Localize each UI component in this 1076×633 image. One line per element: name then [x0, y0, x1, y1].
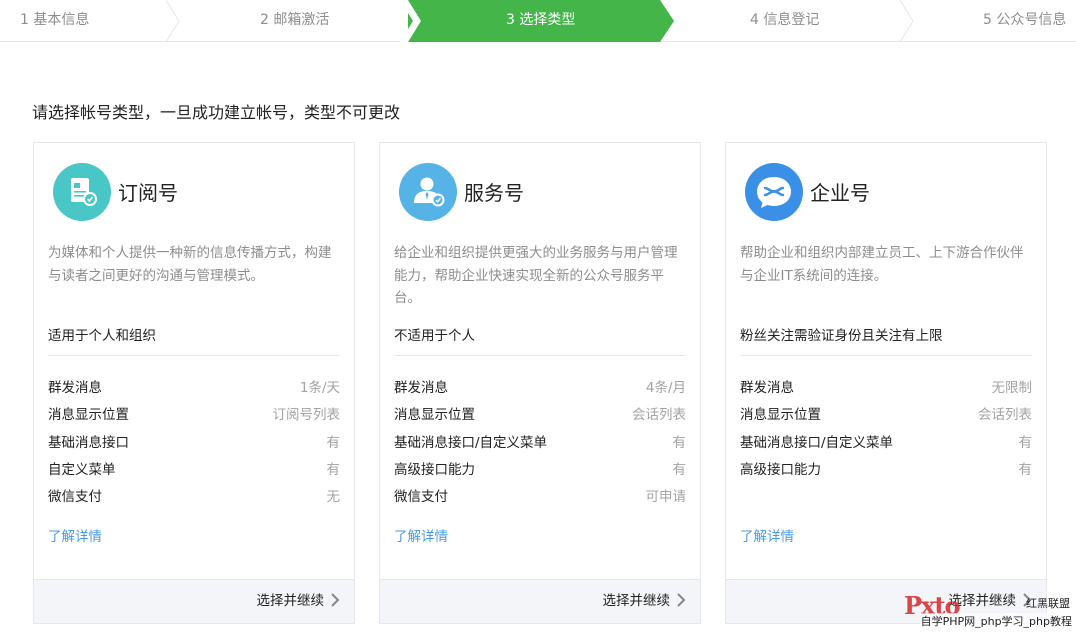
feature-row: 消息显示位置 会话列表 [394, 406, 686, 433]
feature-row: 消息显示位置 订阅号列表 [48, 406, 340, 433]
feature-row: 基础消息接口/自定义菜单 有 [394, 434, 686, 461]
card-subscription: 订阅号 为媒体和个人提供一种新的信息传播方式，构建与读者之间更好的沟通与管理模式… [33, 142, 355, 624]
feature-value: 无 [326, 489, 341, 506]
feature-value: 可申请 [645, 489, 687, 506]
feature-row: 微信支付 可申请 [394, 488, 686, 515]
divider [48, 355, 340, 356]
step-separator-icon [900, 0, 914, 42]
subscription-icon [53, 163, 111, 221]
feature-list: 群发消息 无限制 消息显示位置 会话列表 基础消息接口/自定义菜单有 高级接口能力有 [740, 379, 1032, 488]
feature-value: 无限制 [991, 380, 1033, 396]
learn-more-link[interactable]: 了解详情 [740, 525, 794, 545]
feature-list: 群发消息 1条/天 消息显示位置 订阅号列表 基础消息接口有 自定义菜单有 微信支付… [48, 379, 340, 515]
step-select-type: 3 选择类型 [408, 0, 650, 42]
feature-row: 自定义菜单 有 [48, 461, 340, 488]
feature-value: 4条/月 [645, 380, 686, 396]
page-instruction: 请选择帐号类型，一旦成功建立帐号，类型不可更改 [32, 103, 401, 122]
card-title: 企业号 [810, 181, 870, 205]
feature-name: 基础消息接口 [48, 434, 129, 451]
feature-name: 群发消息 [48, 380, 102, 396]
feature-row: 群发消息 无限制 [740, 379, 1032, 406]
chevron-right-icon [677, 593, 686, 607]
feature-list: 群发消息 4条/月 消息显示位置 会话列表 基础消息接口/自定义菜单有 高级接口能力… [394, 379, 686, 515]
feature-name: 群发消息 [394, 380, 448, 396]
select-and-continue-button[interactable]: 选择并继续 [257, 580, 341, 623]
step-label: 3 选择类型 [506, 12, 576, 28]
feature-name: 高级接口能力 [740, 461, 821, 478]
step-email-activation: 2 邮箱激活 [180, 0, 410, 42]
step-label: 1 基本信息 [20, 12, 90, 28]
step-separator-icon [166, 0, 180, 42]
step-basic-info: 1 基本信息 [0, 0, 180, 42]
card-enterprise: 企业号 帮助企业和组织内部建立员工、上下游合作伙伴与企业IT系统间的连接。 粉丝… [725, 142, 1047, 624]
learn-more-link[interactable]: 了解详情 [48, 525, 102, 545]
card-description: 帮助企业和组织内部建立员工、上下游合作伙伴与企业IT系统间的连接。 [740, 245, 1024, 284]
feature-value: 有 [672, 461, 687, 478]
step-label: 4 信息登记 [750, 12, 820, 28]
step-arrow-right-icon [650, 0, 674, 42]
feature-value: 1条/天 [299, 380, 340, 396]
card-service: 服务号 给企业和组织提供更强大的业务服务与用户管理能力，帮助企业快速实现全新的公… [379, 142, 701, 624]
feature-value: 有 [672, 434, 687, 451]
divider [740, 355, 1032, 356]
feature-name: 基础消息接口/自定义菜单 [740, 434, 894, 451]
feature-row: 高级接口能力 有 [394, 461, 686, 488]
card-title: 服务号 [464, 181, 524, 205]
feature-name: 微信支付 [394, 489, 448, 506]
feature-value: 会话列表 [978, 407, 1032, 424]
step-account-info: 5 公众号信息 [914, 0, 1076, 42]
feature-name: 消息显示位置 [740, 407, 821, 424]
feature-name: 高级接口能力 [394, 461, 475, 478]
feature-row: 消息显示位置 会话列表 [740, 406, 1032, 433]
learn-more-link[interactable]: 了解详情 [394, 525, 448, 545]
feature-name: 微信支付 [48, 489, 102, 506]
feature-row: 群发消息 1条/天 [48, 379, 340, 406]
feature-name: 消息显示位置 [394, 407, 475, 424]
steps-progress-bar: 1 基本信息 2 邮箱激活 3 选择类型 4 信息登记 5 公众号信息 [0, 0, 1076, 42]
feature-name: 自定义菜单 [48, 461, 116, 478]
feature-row: 微信支付 无 [48, 488, 340, 515]
card-suitability: 适用于个人和组织 [48, 328, 156, 344]
feature-row: 基础消息接口 有 [48, 434, 340, 461]
feature-value: 有 [326, 434, 341, 451]
card-footer: 选择并继续 [380, 579, 700, 623]
feature-name: 基础消息接口/自定义菜单 [394, 434, 548, 451]
feature-value: 有 [1018, 461, 1033, 478]
button-label: 选择并继续 [602, 593, 671, 609]
feature-name: 群发消息 [740, 380, 794, 396]
service-account-icon [399, 163, 457, 221]
feature-value: 有 [1018, 434, 1033, 451]
feature-row: 基础消息接口/自定义菜单 有 [740, 434, 1032, 461]
feature-name: 消息显示位置 [48, 407, 129, 424]
step-info-registration: 4 信息登记 [674, 0, 904, 42]
step-label: 5 公众号信息 [983, 12, 1067, 28]
divider [394, 355, 686, 356]
feature-row: 高级接口能力 有 [740, 461, 1032, 488]
select-and-continue-button[interactable]: 选择并继续 [603, 580, 687, 623]
watermark: Pxto 红黑联盟 自学PHP网_php学习_php教程 [904, 591, 1074, 631]
feature-value: 会话列表 [632, 407, 686, 424]
card-title: 订阅号 [118, 181, 178, 205]
step-label: 2 邮箱激活 [260, 12, 330, 28]
step-arrow-left-icon [400, 0, 422, 42]
chevron-right-icon [331, 593, 340, 607]
card-suitability: 不适用于个人 [394, 328, 475, 344]
card-footer: 选择并继续 [34, 579, 354, 623]
feature-value: 订阅号列表 [272, 407, 341, 424]
enterprise-icon [745, 163, 803, 221]
watermark-line: 红黑联盟 [1026, 597, 1070, 610]
feature-value: 有 [326, 461, 341, 478]
card-suitability: 粉丝关注需验证身份且关注有上限 [740, 328, 943, 344]
button-label: 选择并继续 [256, 593, 325, 609]
card-description: 给企业和组织提供更强大的业务服务与用户管理能力，帮助企业快速实现全新的公众号服务… [394, 245, 678, 306]
watermark-line: 自学PHP网_php学习_php教程 [920, 613, 1072, 629]
feature-row: 群发消息 4条/月 [394, 379, 686, 406]
card-description: 为媒体和个人提供一种新的信息传播方式，构建与读者之间更好的沟通与管理模式。 [48, 245, 332, 284]
